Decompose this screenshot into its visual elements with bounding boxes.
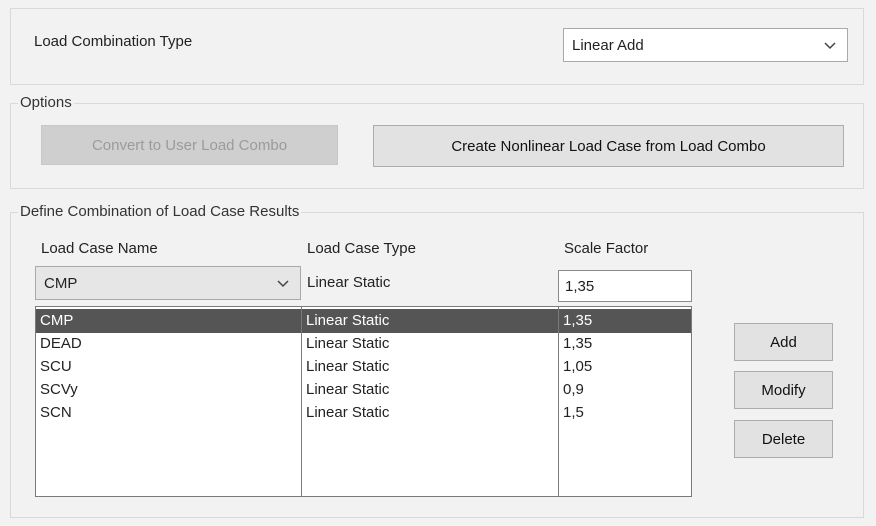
scale-factor-list[interactable]: 1,35 1,35 1,05 0,9 1,5 <box>558 306 692 497</box>
load-case-type-list[interactable]: Linear Static Linear Static Linear Stati… <box>301 306 559 497</box>
load-combination-type-select[interactable]: Linear Add <box>563 28 848 62</box>
list-item[interactable]: SCVy <box>36 378 301 402</box>
load-combination-type-label: Load Combination Type <box>34 33 193 50</box>
add-button[interactable]: Add <box>734 323 833 361</box>
convert-to-user-load-combo-button[interactable]: Convert to User Load Combo <box>41 125 338 165</box>
list-item[interactable]: SCU <box>36 355 301 379</box>
list-item[interactable]: Linear Static <box>302 309 558 333</box>
create-nonlinear-load-case-button[interactable]: Create Nonlinear Load Case from Load Com… <box>373 125 844 167</box>
list-item[interactable]: Linear Static <box>302 332 558 356</box>
list-item[interactable]: 1,35 <box>559 309 691 333</box>
list-item[interactable]: DEAD <box>36 332 301 356</box>
list-item[interactable]: 1,5 <box>559 401 691 425</box>
modify-button[interactable]: Modify <box>734 371 833 409</box>
list-item[interactable]: CMP <box>36 309 301 333</box>
header-load-case-name: Load Case Name <box>41 240 158 257</box>
load-case-name-select[interactable]: CMP <box>35 266 301 300</box>
load-case-type-value: Linear Static <box>307 274 391 291</box>
scale-factor-input[interactable]: 1,35 <box>558 270 692 302</box>
header-scale-factor: Scale Factor <box>564 240 649 257</box>
load-combination-type-value: Linear Add <box>572 36 644 54</box>
load-case-name-value: CMP <box>44 274 78 292</box>
header-load-case-type: Load Case Type <box>307 240 416 257</box>
list-item[interactable]: Linear Static <box>302 355 558 379</box>
list-item[interactable]: Linear Static <box>302 378 558 402</box>
list-item[interactable]: SCN <box>36 401 301 425</box>
chevron-down-icon <box>277 280 289 288</box>
list-item[interactable]: 1,35 <box>559 332 691 356</box>
chevron-down-icon <box>824 42 836 50</box>
scale-factor-input-value: 1,35 <box>565 277 595 295</box>
options-title: Options <box>18 94 74 111</box>
load-case-name-list[interactable]: CMP DEAD SCU SCVy SCN <box>35 306 302 497</box>
list-item[interactable]: Linear Static <box>302 401 558 425</box>
list-item[interactable]: 1,05 <box>559 355 691 379</box>
define-combination-title: Define Combination of Load Case Results <box>18 203 302 220</box>
list-item[interactable]: 0,9 <box>559 378 691 402</box>
delete-button[interactable]: Delete <box>734 420 833 458</box>
